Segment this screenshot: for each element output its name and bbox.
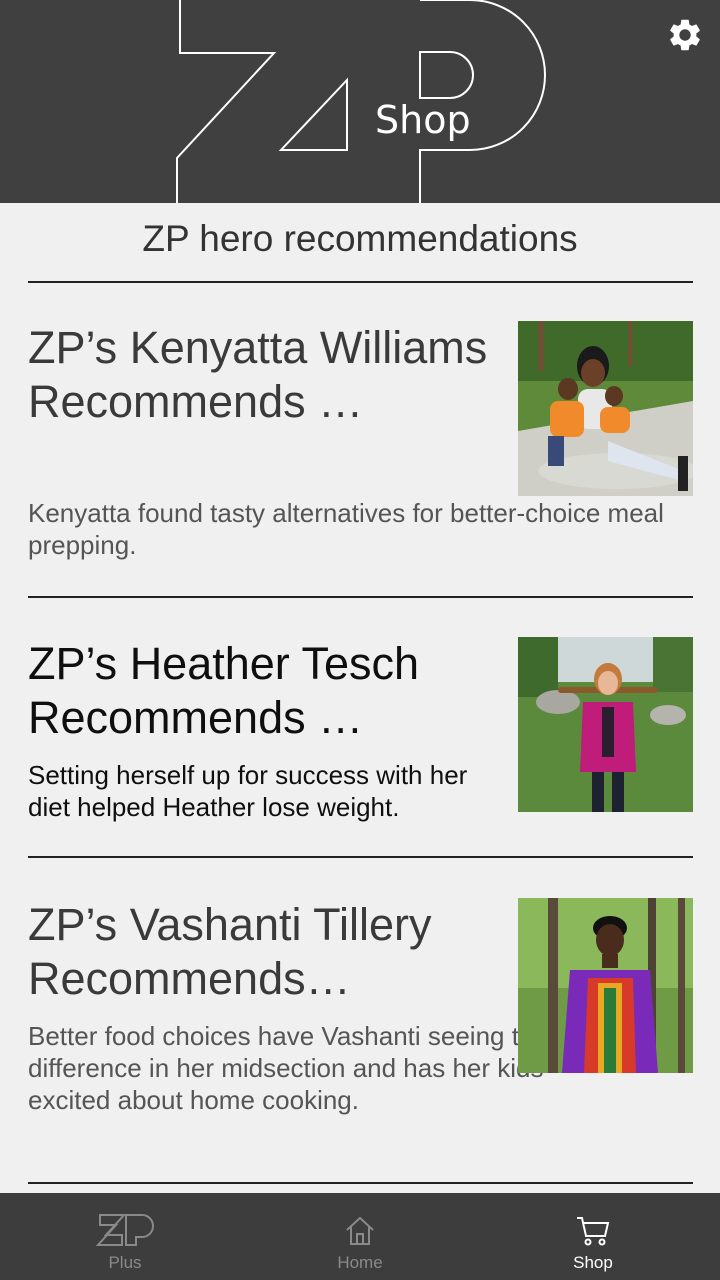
tab-plus[interactable]: Plus — [5, 1193, 245, 1280]
bottom-nav: Plus Home Shop — [0, 1193, 720, 1280]
divider — [28, 856, 693, 858]
zp-logo-icon — [96, 1214, 154, 1246]
settings-button[interactable] — [666, 16, 704, 54]
recommendation-card-kenyatta[interactable]: ZP’s Kenyatta Williams Recommends … Keny… — [28, 321, 693, 561]
shop-wordmark: Shop — [375, 98, 471, 142]
card-title: ZP’s Kenyatta Williams Recommends … — [28, 322, 488, 427]
tab-label: Shop — [573, 1253, 613, 1272]
app-header: Shop — [0, 0, 720, 203]
photo-woman-with-two-children — [518, 321, 693, 496]
photo-woman-in-purple-dress-forest — [518, 898, 693, 1073]
card-description: Setting herself up for success with her … — [28, 760, 468, 822]
card-title: ZP’s Heather Tesch Recommends … — [28, 638, 420, 743]
card-description: Kenyatta found tasty alternatives for be… — [28, 498, 664, 560]
tab-label: Plus — [108, 1253, 142, 1272]
page-title: ZP hero recommendations — [142, 218, 578, 259]
tab-shop[interactable]: Shop — [473, 1193, 713, 1280]
recommendation-card-heather[interactable]: ZP’s Heather Tesch Recommends … Setting … — [28, 637, 693, 847]
tab-home[interactable]: Home — [240, 1193, 480, 1280]
divider — [28, 281, 693, 283]
divider — [28, 1182, 693, 1184]
recommendations-list[interactable]: ZP hero recommendations ZP’s Kenyatta Wi… — [0, 203, 720, 1193]
photo-woman-in-magenta-outdoors — [518, 637, 693, 812]
tab-label: Home — [337, 1253, 383, 1272]
divider — [28, 596, 693, 598]
home-icon — [346, 1216, 374, 1245]
zp-shop-logo — [176, 0, 546, 203]
gear-icon[interactable] — [666, 16, 704, 54]
recommendation-card-vashanti[interactable]: ZP’s Vashanti Tillery Recommends… Better… — [28, 898, 693, 1158]
card-title: ZP’s Vashanti Tillery Recommends… — [28, 899, 432, 1004]
cart-icon — [577, 1217, 610, 1246]
